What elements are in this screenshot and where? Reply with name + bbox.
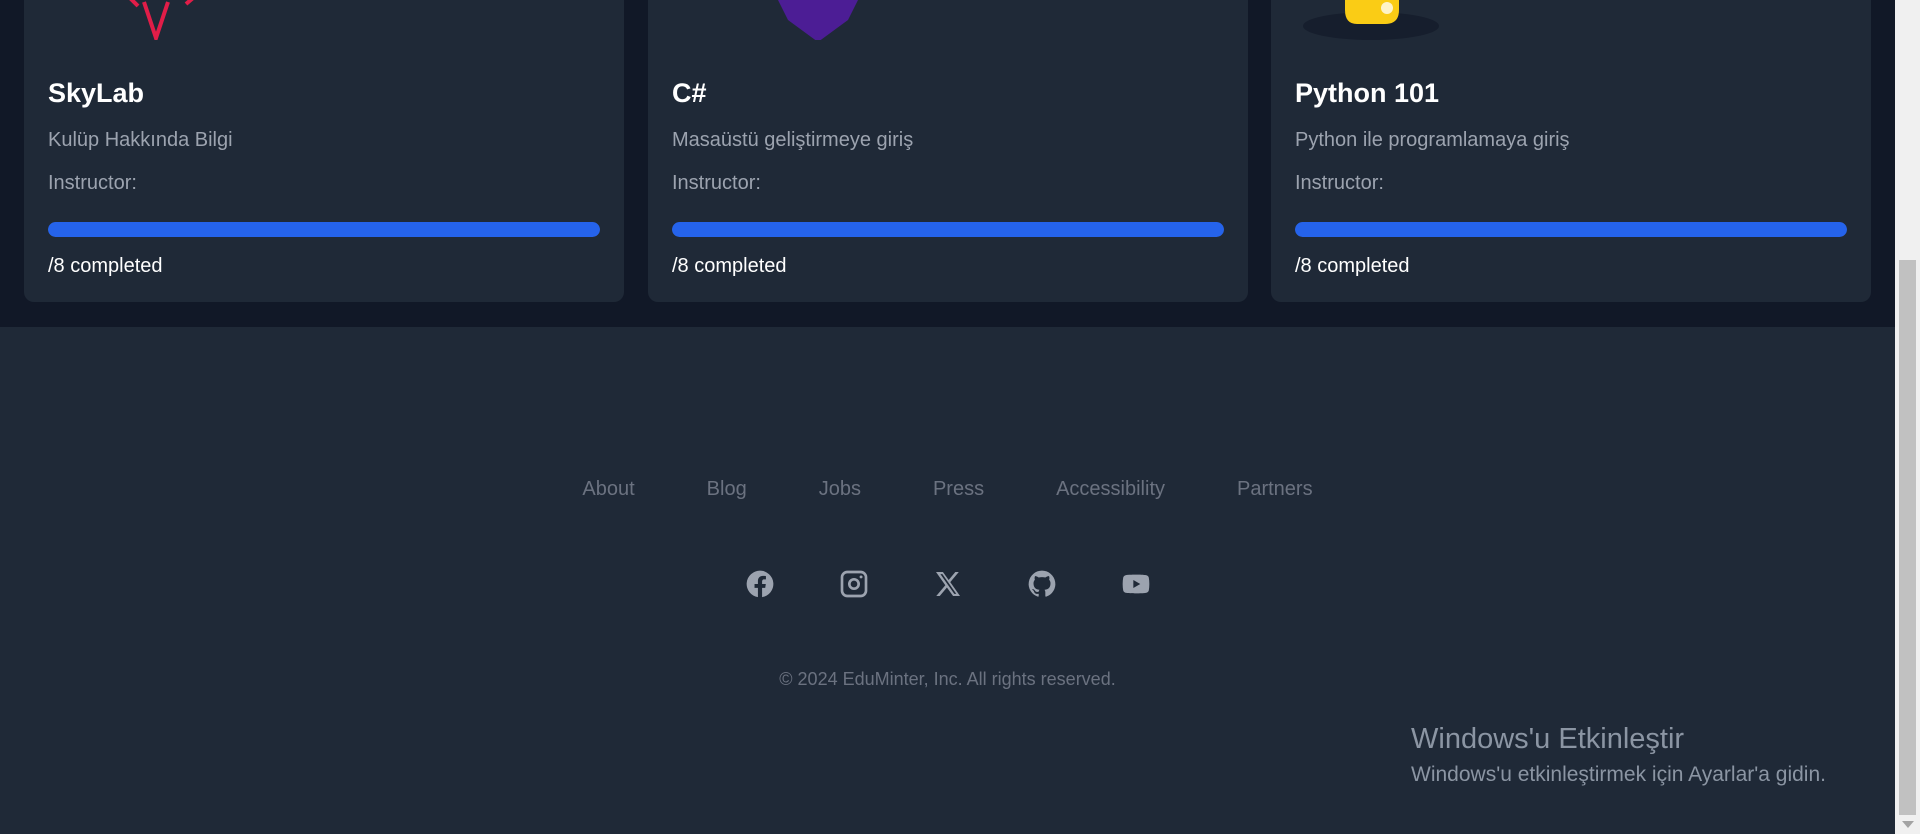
page: SkyLab Kulüp Hakkında Bilgi Instructor: … (0, 0, 1895, 834)
footer-link-accessibility[interactable]: Accessibility (1056, 478, 1165, 501)
scrollbar-thumb[interactable] (1899, 260, 1916, 815)
course-description: Masaüstü geliştirmeye giriş (672, 129, 914, 151)
course-title: SkyLab (48, 78, 145, 108)
footer-link-partners[interactable]: Partners (1237, 478, 1313, 501)
skylab-logo-icon (129, 0, 194, 40)
course-description: Kulüp Hakkında Bilgi (48, 129, 233, 151)
copyright-text: © 2024 EduMinter, Inc. All rights reserv… (779, 669, 1116, 689)
windows-activation-subtitle: Windows'u etkinleştirmek için Ayarlar'a … (1411, 763, 1826, 786)
course-description: Python ile programlamaya giriş (1295, 129, 1570, 151)
python-logo-icon (1303, 0, 1439, 40)
course-card-csharp[interactable]: C# Masaüstü geliştirmeye giriş Instructo… (648, 0, 1248, 302)
course-title: C# (672, 78, 707, 108)
facebook-icon[interactable] (744, 568, 776, 600)
social-links (0, 568, 1895, 600)
course-card-skylab[interactable]: SkyLab Kulüp Hakkında Bilgi Instructor: … (24, 0, 624, 302)
course-completed: /8 completed (672, 255, 787, 277)
x-icon[interactable] (932, 568, 964, 600)
footer-link-jobs[interactable]: Jobs (819, 478, 861, 501)
instagram-icon[interactable] (838, 568, 870, 600)
footer-link-blog[interactable]: Blog (707, 478, 747, 501)
course-progress-fill (1295, 222, 1847, 237)
course-title: Python 101 (1295, 78, 1440, 108)
youtube-icon[interactable] (1120, 568, 1152, 600)
footer-link-press[interactable]: Press (933, 478, 984, 501)
course-progress-bar (672, 222, 1224, 237)
course-completed: /8 completed (1295, 255, 1410, 277)
course-progress-bar (48, 222, 600, 237)
course-instructor: Instructor: (48, 172, 137, 194)
course-progress-bar (1295, 222, 1847, 237)
csharp-logo-icon (778, 0, 858, 40)
windows-activation-title: Windows'u Etkinleştir (1411, 723, 1685, 755)
vertical-scrollbar[interactable] (1895, 0, 1920, 834)
course-instructor: Instructor: (672, 172, 761, 194)
course-progress-fill (48, 222, 600, 237)
course-progress-fill (672, 222, 1224, 237)
courses-section: SkyLab Kulüp Hakkında Bilgi Instructor: … (0, 0, 1895, 327)
course-card-python[interactable]: Python 101 Python ile programlamaya giri… (1271, 0, 1871, 302)
github-icon[interactable] (1026, 568, 1058, 600)
footer-link-about[interactable]: About (582, 478, 634, 501)
course-instructor: Instructor: (1295, 172, 1384, 194)
course-completed: /8 completed (48, 255, 163, 277)
footer-nav: About Blog Jobs Press Accessibility Part… (0, 478, 1895, 501)
scroll-down-arrow-icon[interactable] (1902, 821, 1914, 828)
